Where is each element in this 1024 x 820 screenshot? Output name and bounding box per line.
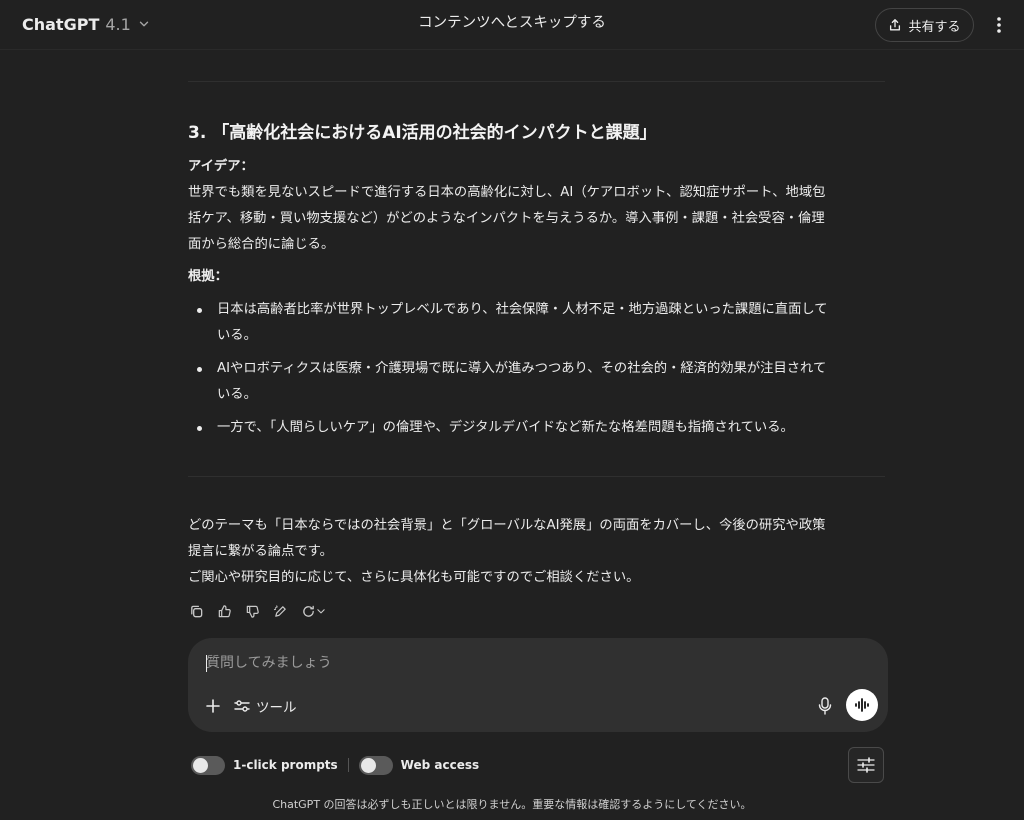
plus-icon — [206, 699, 220, 713]
bullet-dot — [197, 308, 202, 313]
basis-list: 日本は高齢者比率が世界トップレベルであり、社会保障・人材不足・地方過疎といった課… — [188, 297, 888, 448]
tools-label: ツール — [256, 700, 297, 716]
model-name: ChatGPT — [22, 14, 100, 34]
share-icon — [890, 19, 901, 31]
regenerate-icon — [302, 605, 314, 617]
sliders-icon — [234, 700, 250, 712]
prompt-input[interactable] — [204, 650, 804, 676]
toggle-separator — [347, 758, 349, 772]
idea-label: アイデア： — [188, 159, 254, 174]
chevron-down-icon — [139, 21, 149, 27]
list-item-line: AIやロボティクスは医療・介護現場で既に導入が進みつつあり、その社会的・経済的効… — [217, 361, 827, 376]
closing-line: ご関心や研究目的に応じて、さらに具体化も可能ですのでご相談ください。 — [188, 570, 640, 585]
prompt-settings-button[interactable] — [848, 747, 884, 783]
web-access-toggle[interactable] — [358, 755, 393, 775]
one-click-prompts-toggle[interactable] — [191, 755, 225, 775]
good-response-button[interactable] — [214, 601, 234, 621]
voice-waveform-icon — [855, 698, 869, 712]
model-version: 4.1 — [105, 14, 131, 34]
model-switcher[interactable]: ChatGPT 4.1 — [14, 9, 159, 39]
message-actions — [186, 600, 328, 622]
add-attachment-button[interactable] — [202, 694, 224, 718]
closing-block: どのテーマも「日本ならではの社会背景」と「グローバルなAI発展」の両面をカバーし… — [188, 513, 888, 591]
closing-line: 提言に繋がる論点です。 — [188, 544, 333, 559]
closing-line: どのテーマも「日本ならではの社会背景」と「グローバルなAI発展」の両面をカバーし… — [188, 518, 826, 533]
composer: ツール — [188, 638, 888, 732]
settings-sliders-icon — [857, 757, 875, 773]
list-item: AIやロボティクスは医療・介護現場で既に導入が進みつつあり、その社会的・経済的効… — [188, 356, 888, 408]
thumbs-up-icon — [218, 604, 231, 617]
section-divider — [188, 81, 885, 82]
idea-line: 世界でも類を見ないスピードで進行する日本の高齢化に対し、AI（ケアロボット、認知… — [188, 185, 826, 200]
edit-in-canvas-button[interactable] — [270, 601, 290, 621]
list-item: 一方で、「人間らしいケア」の倫理や、デジタルデバイドなど新たな格差問題も指摘され… — [188, 415, 888, 441]
share-label: 共有する — [908, 19, 961, 35]
section-title: 3. 「高齢化社会におけるAI活用の社会的インパクトと課題」 — [188, 123, 657, 143]
list-item-line: 日本は高齢者比率が世界トップレベルであり、社会保障・人材不足・地方過疎といった課… — [217, 302, 828, 317]
section-divider — [188, 476, 885, 477]
more-vertical-icon — [997, 17, 1001, 33]
list-item-line: 一方で、「人間らしいケア」の倫理や、デジタルデバイドなど新たな格差問題も指摘され… — [217, 420, 794, 435]
chevron-down-icon — [316, 609, 325, 614]
idea-line: 括ケア、移動・買い物支援など）がどのようなインパクトを与えうるか。導入事例・課題… — [188, 211, 825, 226]
toggle-knob — [193, 757, 208, 773]
top-bar: ChatGPT 4.1 コンテンツへとスキップする 共有する — [0, 0, 1024, 50]
web-access-label: Web access — [400, 758, 480, 772]
disclaimer: ChatGPT の回答は必ずしも正しいとは限りません。重要な情報は確認するように… — [272, 798, 752, 811]
thumbs-down-icon — [246, 605, 259, 618]
bullet-dot — [197, 367, 202, 372]
more-options-button[interactable] — [986, 11, 1012, 39]
list-item-line: いる。 — [217, 387, 257, 402]
tools-button[interactable]: ツール — [234, 694, 297, 718]
copy-button[interactable] — [186, 601, 206, 621]
feature-toggles: 1-click prompts Web access — [191, 754, 483, 776]
share-button[interactable]: 共有する — [875, 8, 974, 42]
list-item: 日本は高齢者比率が世界トップレベルであり、社会保障・人材不足・地方過疎といった課… — [188, 297, 888, 349]
basis-block: 根拠： — [188, 264, 888, 290]
idea-line: 面から総合的に論じる。 — [188, 237, 335, 252]
idea-block: アイデア： 世界でも類を見ないスピードで進行する日本の高齢化に対し、AI（ケアロ… — [188, 154, 888, 258]
bullet-dot — [197, 426, 202, 431]
toggle-knob — [360, 757, 376, 773]
one-click-prompts-label: 1-click prompts — [233, 758, 338, 772]
skip-to-content-link[interactable]: コンテンツへとスキップする — [418, 15, 606, 31]
basis-label: 根拠： — [188, 269, 228, 284]
dictate-button[interactable] — [814, 694, 836, 718]
voice-mode-button[interactable] — [846, 689, 878, 721]
bad-response-button[interactable] — [242, 601, 262, 621]
list-item-line: いる。 — [217, 328, 257, 343]
copy-icon — [190, 605, 202, 617]
text-caret — [206, 655, 207, 672]
edit-canvas-icon — [273, 604, 286, 617]
microphone-icon — [818, 697, 832, 715]
regenerate-button[interactable] — [298, 601, 328, 621]
